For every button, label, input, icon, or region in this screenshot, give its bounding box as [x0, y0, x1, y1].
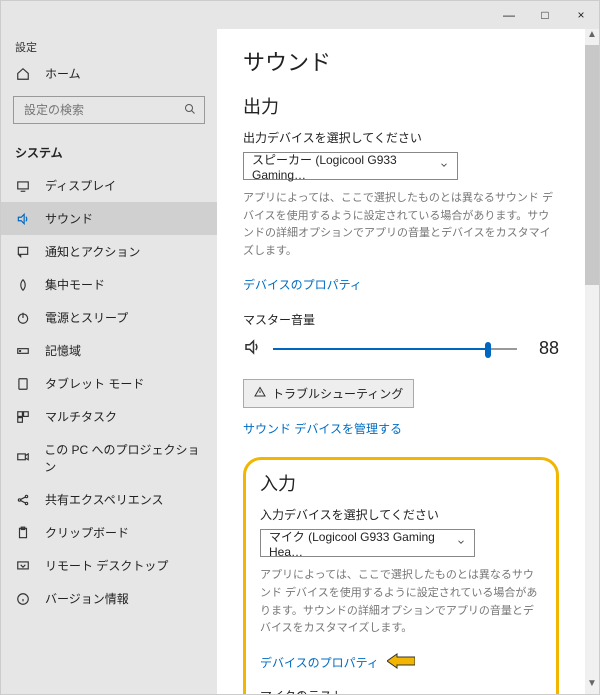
about-icon: [15, 592, 31, 606]
input-heading: 入力: [260, 470, 542, 496]
titlebar: — □ ×: [1, 1, 599, 29]
callout-arrow-icon: [387, 652, 415, 673]
sidebar-item-label: リモート デスクトップ: [45, 557, 168, 574]
chevron-down-icon: [439, 159, 449, 173]
sidebar-item-label: ディスプレイ: [45, 177, 116, 194]
sidebar-item-label: 共有エクスペリエンス: [45, 491, 164, 508]
warning-icon: [254, 386, 266, 401]
sound-icon: [15, 212, 31, 226]
sidebar-home[interactable]: ホーム: [1, 57, 217, 90]
tablet-icon: [15, 377, 31, 391]
sidebar-item-storage[interactable]: 記憶域: [1, 334, 217, 367]
btn-label: トラブルシューティング: [272, 385, 403, 402]
projection-icon: [15, 451, 30, 465]
sidebar-item-label: この PC へのプロジェクション: [44, 441, 203, 475]
output-device-label: 出力デバイスを選択してください: [243, 129, 559, 146]
input-device-value: マイク (Logicool G933 Gaming Hea…: [269, 528, 456, 559]
notification-icon: [15, 245, 31, 259]
output-heading: 出力: [243, 93, 559, 119]
focus-icon: [15, 278, 31, 292]
sidebar-item-label: クリップボード: [45, 524, 129, 541]
home-icon: [15, 67, 31, 81]
output-manage-link[interactable]: サウンド デバイスを管理する: [243, 420, 402, 437]
sidebar-item-sound[interactable]: サウンド: [1, 202, 217, 235]
search-input[interactable]: [22, 102, 184, 118]
app-title: 設定: [1, 33, 217, 57]
sidebar-item-label: 集中モード: [45, 276, 105, 293]
sidebar-item-multitask[interactable]: マルチタスク: [1, 400, 217, 433]
master-volume-label: マスター音量: [243, 311, 559, 328]
output-device-value: スピーカー (Logicool G933 Gaming…: [252, 151, 439, 182]
remote-icon: [15, 559, 31, 573]
sidebar-item-tablet[interactable]: タブレット モード: [1, 367, 217, 400]
main-content: サウンド 出力 出力デバイスを選択してください スピーカー (Logicool …: [217, 29, 585, 694]
storage-icon: [15, 344, 31, 358]
output-device-select[interactable]: スピーカー (Logicool G933 Gaming…: [243, 152, 458, 180]
multitask-icon: [15, 410, 31, 424]
sidebar-item-projection[interactable]: この PC へのプロジェクション: [1, 433, 217, 483]
vertical-scrollbar[interactable]: ▲ ▼: [585, 29, 599, 694]
sidebar-item-clipboard[interactable]: クリップボード: [1, 516, 217, 549]
output-troubleshoot-button[interactable]: トラブルシューティング: [243, 379, 414, 408]
search-icon: [184, 103, 196, 118]
sidebar-home-label: ホーム: [45, 65, 81, 82]
sidebar-item-share[interactable]: 共有エクスペリエンス: [1, 483, 217, 516]
sidebar-item-label: サウンド: [45, 210, 93, 227]
output-description: アプリによっては、ここで選択したものとは異なるサウンド デバイスを使用するように…: [243, 190, 559, 260]
minimize-button[interactable]: —: [491, 1, 527, 29]
page-title: サウンド: [243, 45, 559, 77]
sidebar-item-label: タブレット モード: [45, 375, 144, 392]
sidebar: 設定 ホーム システム ディスプレイ サウンド: [1, 29, 217, 694]
master-volume-value: 88: [529, 338, 559, 359]
display-icon: [15, 179, 31, 193]
sidebar-item-focus[interactable]: 集中モード: [1, 268, 217, 301]
sidebar-item-label: マルチタスク: [45, 408, 117, 425]
search-box[interactable]: [13, 96, 205, 124]
volume-icon[interactable]: [243, 338, 261, 359]
sidebar-item-label: 記憶域: [45, 342, 81, 359]
sidebar-item-remote[interactable]: リモート デスクトップ: [1, 549, 217, 582]
power-icon: [15, 311, 31, 325]
sidebar-item-about[interactable]: バージョン情報: [1, 582, 217, 615]
master-volume-slider[interactable]: [273, 348, 517, 350]
input-description: アプリによっては、ここで選択したものとは異なるサウンド デバイスを使用するように…: [260, 567, 542, 637]
maximize-button[interactable]: □: [527, 1, 563, 29]
scroll-down-icon[interactable]: ▼: [587, 678, 597, 694]
sidebar-item-label: 電源とスリープ: [45, 309, 128, 326]
sidebar-section-title: システム: [1, 134, 217, 169]
chevron-down-icon: [456, 536, 466, 550]
clipboard-icon: [15, 526, 31, 540]
input-properties-link[interactable]: デバイスのプロパティ: [260, 654, 379, 671]
input-section-highlight: 入力 入力デバイスを選択してください マイク (Logicool G933 Ga…: [243, 457, 559, 694]
output-properties-link[interactable]: デバイスのプロパティ: [243, 276, 362, 293]
share-icon: [15, 493, 31, 507]
sidebar-item-label: 通知とアクション: [45, 243, 140, 260]
sidebar-item-label: バージョン情報: [45, 590, 129, 607]
mic-test-label: マイクのテスト: [260, 687, 542, 694]
sidebar-item-notifications[interactable]: 通知とアクション: [1, 235, 217, 268]
close-button[interactable]: ×: [563, 1, 599, 29]
sidebar-item-power[interactable]: 電源とスリープ: [1, 301, 217, 334]
scroll-up-icon[interactable]: ▲: [587, 29, 597, 45]
sidebar-item-display[interactable]: ディスプレイ: [1, 169, 217, 202]
input-device-label: 入力デバイスを選択してください: [260, 506, 542, 523]
input-device-select[interactable]: マイク (Logicool G933 Gaming Hea…: [260, 529, 475, 557]
scrollbar-thumb[interactable]: [585, 45, 599, 285]
